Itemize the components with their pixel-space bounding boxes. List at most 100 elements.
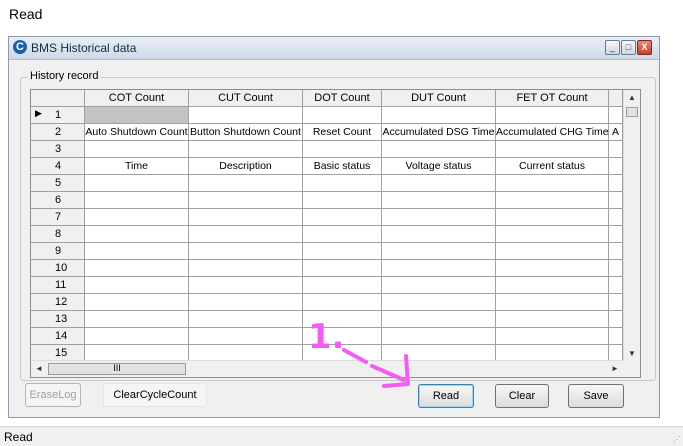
grid-cell[interactable] xyxy=(85,311,189,328)
grid-cell[interactable] xyxy=(496,226,609,243)
grid-cell[interactable] xyxy=(382,192,496,209)
grid-cell[interactable] xyxy=(382,141,496,158)
grid-cell[interactable] xyxy=(189,107,303,124)
grid-cell[interactable] xyxy=(496,175,609,192)
row-header[interactable]: 6 xyxy=(31,192,85,209)
grid-cell[interactable] xyxy=(189,141,303,158)
row-header[interactable]: 5 xyxy=(31,175,85,192)
history-grid[interactable]: COT Count CUT Count DOT Count DUT Count FET … xyxy=(30,89,641,378)
grid-cell[interactable]: Basic status xyxy=(303,158,382,175)
row-header[interactable]: ▶ 1 xyxy=(31,107,85,124)
grid-cell[interactable] xyxy=(85,294,189,311)
row-header[interactable]: 12 xyxy=(31,294,85,311)
grid-cell-partial[interactable]: A xyxy=(609,124,623,141)
grid-cell[interactable]: Reset Count xyxy=(303,124,382,141)
row-header[interactable]: 7 xyxy=(31,209,85,226)
grid-cell[interactable] xyxy=(189,311,303,328)
resize-grip-icon[interactable]: ⋰ xyxy=(673,435,681,444)
vertical-scrollbar[interactable]: ▲ ▼ xyxy=(623,90,640,362)
grid-cell[interactable] xyxy=(303,192,382,209)
grid-cell[interactable] xyxy=(85,107,189,124)
grid-cell-partial[interactable] xyxy=(609,328,623,345)
grid-cell-partial[interactable] xyxy=(609,311,623,328)
minimize-button[interactable]: _ xyxy=(605,40,620,55)
grid-cell[interactable]: Time xyxy=(85,158,189,175)
grid-cell-partial[interactable] xyxy=(609,209,623,226)
grid-cell[interactable] xyxy=(303,226,382,243)
column-header[interactable]: FET OT Count xyxy=(496,90,609,107)
grid-cell[interactable] xyxy=(85,226,189,243)
grid-cell[interactable] xyxy=(189,226,303,243)
grid-cell[interactable] xyxy=(303,311,382,328)
grid-cell[interactable] xyxy=(189,277,303,294)
scroll-right-icon[interactable]: ► xyxy=(607,361,623,377)
grid-cell[interactable] xyxy=(496,328,609,345)
grid-cell[interactable] xyxy=(85,141,189,158)
grid-cell-partial[interactable] xyxy=(609,294,623,311)
horizontal-scroll-thumb[interactable]: III xyxy=(48,363,186,375)
grid-cell[interactable] xyxy=(85,175,189,192)
column-header[interactable]: DUT Count xyxy=(382,90,496,107)
grid-cell-partial[interactable] xyxy=(609,260,623,277)
grid-cell[interactable]: Button Shutdown Count xyxy=(189,124,303,141)
read-button[interactable]: Read xyxy=(418,384,474,408)
grid-cell-partial[interactable] xyxy=(609,226,623,243)
grid-cell[interactable] xyxy=(382,294,496,311)
row-header[interactable]: 13 xyxy=(31,311,85,328)
grid-cell[interactable] xyxy=(382,311,496,328)
grid-cell[interactable] xyxy=(85,277,189,294)
grid-cell[interactable]: Description xyxy=(189,158,303,175)
grid-cell[interactable] xyxy=(496,311,609,328)
grid-corner-header[interactable] xyxy=(31,90,85,107)
grid-cell[interactable]: Voltage status xyxy=(382,158,496,175)
clear-cycle-count-button[interactable]: ClearCycleCount xyxy=(103,383,207,407)
horizontal-scrollbar[interactable]: ◄ III ► xyxy=(31,360,623,377)
grid-cell[interactable] xyxy=(303,277,382,294)
row-header[interactable]: 8 xyxy=(31,226,85,243)
grid-cell[interactable] xyxy=(189,175,303,192)
grid-cell-partial[interactable] xyxy=(609,175,623,192)
grid-cell[interactable] xyxy=(496,260,609,277)
column-header[interactable]: DOT Count xyxy=(303,90,382,107)
grid-cell-partial[interactable] xyxy=(609,192,623,209)
grid-cell[interactable] xyxy=(496,209,609,226)
grid-cell-partial[interactable] xyxy=(609,141,623,158)
row-header[interactable]: 2 xyxy=(31,124,85,141)
grid-cell[interactable] xyxy=(85,209,189,226)
column-header-partial[interactable] xyxy=(609,90,623,107)
grid-cell[interactable] xyxy=(382,328,496,345)
close-button[interactable]: X xyxy=(637,40,652,55)
grid-cell[interactable] xyxy=(303,209,382,226)
grid-cell-partial[interactable] xyxy=(609,243,623,260)
row-header[interactable]: 4 xyxy=(31,158,85,175)
grid-cell[interactable] xyxy=(85,192,189,209)
grid-cell[interactable] xyxy=(303,107,382,124)
grid-cell[interactable] xyxy=(303,141,382,158)
grid-cell[interactable]: Auto Shutdown Count xyxy=(85,124,189,141)
grid-cell[interactable] xyxy=(382,107,496,124)
row-header[interactable]: 11 xyxy=(31,277,85,294)
grid-cell[interactable] xyxy=(189,243,303,260)
grid-cell-partial[interactable] xyxy=(609,277,623,294)
scroll-left-icon[interactable]: ◄ xyxy=(31,361,47,377)
grid-cell-partial[interactable] xyxy=(609,107,623,124)
grid-cell[interactable] xyxy=(303,175,382,192)
grid-cell[interactable] xyxy=(85,260,189,277)
grid-cell[interactable] xyxy=(303,260,382,277)
grid-cell[interactable] xyxy=(496,243,609,260)
grid-cell[interactable] xyxy=(303,243,382,260)
grid-cell[interactable] xyxy=(382,243,496,260)
grid-cell[interactable] xyxy=(496,277,609,294)
grid-cell[interactable] xyxy=(189,192,303,209)
grid-cell[interactable]: Accumulated DSG Time xyxy=(382,124,496,141)
grid-cell[interactable] xyxy=(496,192,609,209)
grid-cell[interactable] xyxy=(303,328,382,345)
maximize-button[interactable]: □ xyxy=(621,40,636,55)
column-header[interactable]: COT Count xyxy=(85,90,189,107)
grid-cell[interactable] xyxy=(382,209,496,226)
grid-cell-partial[interactable] xyxy=(609,158,623,175)
grid-cell[interactable] xyxy=(189,294,303,311)
row-header[interactable]: 9 xyxy=(31,243,85,260)
grid-cell[interactable] xyxy=(189,260,303,277)
grid-cell[interactable] xyxy=(496,294,609,311)
